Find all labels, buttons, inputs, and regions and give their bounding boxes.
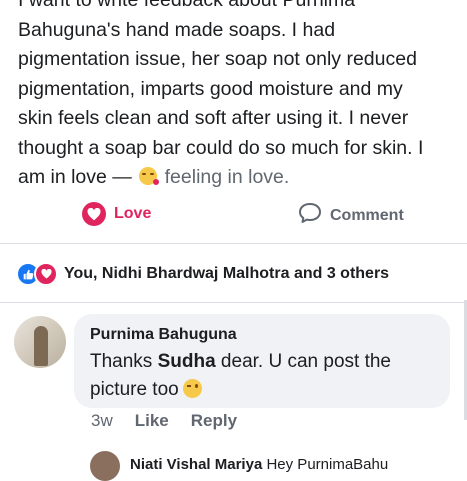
post-line: thought a soap bar could do so much for … [18,136,424,159]
reply-text: Hey PurnimaBahu [266,456,389,473]
comment-bubble: Purnima Bahuguna Thanks Sudha dear. U ca… [74,314,450,408]
reactions-text: You, Nidhi Bhardwaj Malhotra and 3 other… [64,265,390,282]
heart-icon [82,202,106,226]
divider [0,302,467,303]
post-text: I want to write feedback about Purnima B… [18,0,463,193]
post-line: am in love — [18,166,132,188]
like-link[interactable]: Like [135,411,169,431]
love-icon [34,262,58,286]
post-line: pigmentation issue, her soap not only re… [18,48,417,70]
divider [0,243,467,244]
comment-button[interactable]: Comment [298,202,404,229]
wink-emoji-icon [182,379,202,398]
post-line: I want to write feedback about Purnima [18,0,356,11]
reactions-summary[interactable]: You, Nidhi Bhardwaj Malhotra and 3 other… [16,262,389,286]
love-button[interactable]: Love [82,202,151,226]
comment-author[interactable]: Purnima Bahuguna [90,326,237,344]
reply-preview: Niati Vishal Mariya Hey PurnimaBahu [130,456,388,473]
comment-text: Thanks Sudha dear. U can post the pictur… [90,351,391,400]
comment-bubble-icon [298,202,322,229]
avatar[interactable] [90,451,120,481]
in-love-emoji-icon [139,167,160,185]
post-actions-bar: Love Comment [0,196,467,236]
love-label: Love [114,205,152,222]
mention-link[interactable]: Sudha [158,351,216,372]
post-line: Bahuguna's hand made soaps. I had [18,18,336,41]
feeling-text[interactable]: feeling in love. [165,166,290,188]
post-line: skin feels clean and soft after using it… [18,107,409,129]
comment-meta: 3w Like Reply [91,411,237,431]
reply-link[interactable]: Reply [191,411,237,431]
avatar[interactable] [14,316,66,368]
reply-author[interactable]: Niati Vishal Mariya [130,456,262,473]
comment-label: Comment [330,206,404,224]
comment-time[interactable]: 3w [91,411,113,431]
post-line: pigmentation, imparts good moisture and … [18,77,403,100]
